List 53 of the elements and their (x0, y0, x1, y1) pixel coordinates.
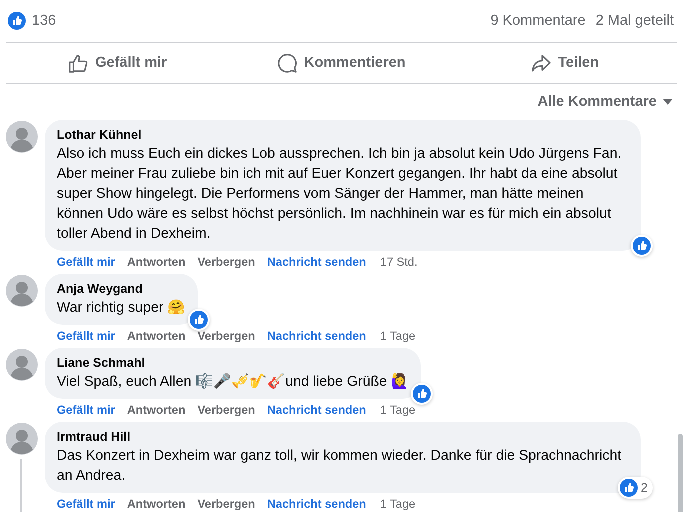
thumbs-up-icon (68, 52, 90, 74)
comment-time[interactable]: 1 Tage (380, 496, 416, 510)
avatar[interactable] (6, 349, 38, 381)
comment-count[interactable]: 9 Kommentare (490, 13, 586, 29)
comment-action-link[interactable]: Antworten (127, 496, 186, 510)
reaction-count: 2 (641, 481, 649, 495)
comment-time[interactable]: 1 Tage (380, 328, 416, 342)
comment-action-link[interactable]: Antworten (127, 254, 186, 268)
speech-bubble-icon (277, 52, 298, 74)
comment-action-button[interactable]: Kommentieren (230, 43, 454, 83)
like-reaction-icon (413, 385, 432, 403)
comment-action-link[interactable]: Gefällt mir (57, 402, 116, 416)
like-reaction-icon (633, 237, 651, 255)
comment-text: Also ich muss Euch ein dickes Lob aussprechen. Ich bin ja absolut kein Udo Jürgens Fan. Aber meiner Frau zuliebe bin ich mit auf Euer Konzert gegangen. Ihr habt da eine absolut super Show hingelegt. Die Performens vom Sänger der Hammer, man hätte meinen können Udo wäre es selbst höchst persönlich. Im nachhinein war es für mich ein absolut toller Abend in Dexheim. (57, 145, 623, 244)
avatar[interactable] (6, 423, 38, 455)
like-reaction-icon (190, 311, 208, 329)
comment-action-link[interactable]: Nachricht senden (267, 402, 366, 416)
reaction-badge[interactable]: 2 (618, 477, 653, 499)
reaction-badge[interactable] (631, 235, 653, 257)
comment-action-link[interactable]: Nachricht senden (267, 328, 366, 342)
avatar[interactable] (6, 275, 38, 307)
comment-action-link[interactable]: Verbergen (198, 328, 256, 342)
comment-time[interactable]: 17 Std. (380, 254, 418, 268)
comment-action-link[interactable]: Gefällt mir (57, 328, 116, 342)
reaction-badge[interactable] (411, 383, 434, 405)
comment-time[interactable]: 1 Tage (380, 402, 416, 416)
comment-text: War richtig super 🤗 (57, 298, 186, 318)
comment-author[interactable]: Irmtraud Hill (57, 429, 629, 446)
share-arrow-icon (531, 52, 552, 74)
avatar[interactable] (6, 121, 38, 153)
comment-action-link[interactable]: Nachricht senden (267, 496, 366, 510)
share-count[interactable]: 2 Mal geteilt (596, 13, 674, 29)
like-count[interactable]: 136 (32, 13, 56, 29)
caret-icon (663, 99, 673, 105)
comment-action-link[interactable]: Gefällt mir (57, 254, 116, 268)
comment-action-link[interactable]: Antworten (127, 328, 186, 342)
scrollbar[interactable] (678, 434, 683, 512)
comment-action-link[interactable]: Verbergen (198, 254, 256, 268)
comment-text: Viel Spaß, euch Allen 🎼🎤🎺🎷🎸und liebe Grüße 🙋‍♀ (57, 372, 410, 392)
like-action-button[interactable]: Gefällt mir (6, 43, 230, 83)
comment-action-link[interactable]: Verbergen (198, 402, 256, 416)
comment-action-link[interactable]: Verbergen (198, 496, 256, 510)
comment-filter-dropdown[interactable]: Alle Kommentare (534, 94, 677, 110)
comment-author[interactable]: Anja Weygand (57, 281, 186, 298)
comment-action-link[interactable]: Antworten (127, 402, 186, 416)
share-action-button[interactable]: Teilen (453, 43, 678, 83)
like-reaction-icon (8, 12, 26, 30)
like-reaction-icon (620, 479, 638, 497)
comment-action-link[interactable]: Gefällt mir (57, 496, 116, 510)
comment-action-link[interactable]: Nachricht senden (267, 254, 366, 268)
comment-author[interactable]: Lothar Kühnel (57, 127, 629, 144)
reaction-badge[interactable] (188, 309, 210, 331)
comment-author[interactable]: Liane Schmahl (57, 355, 410, 372)
